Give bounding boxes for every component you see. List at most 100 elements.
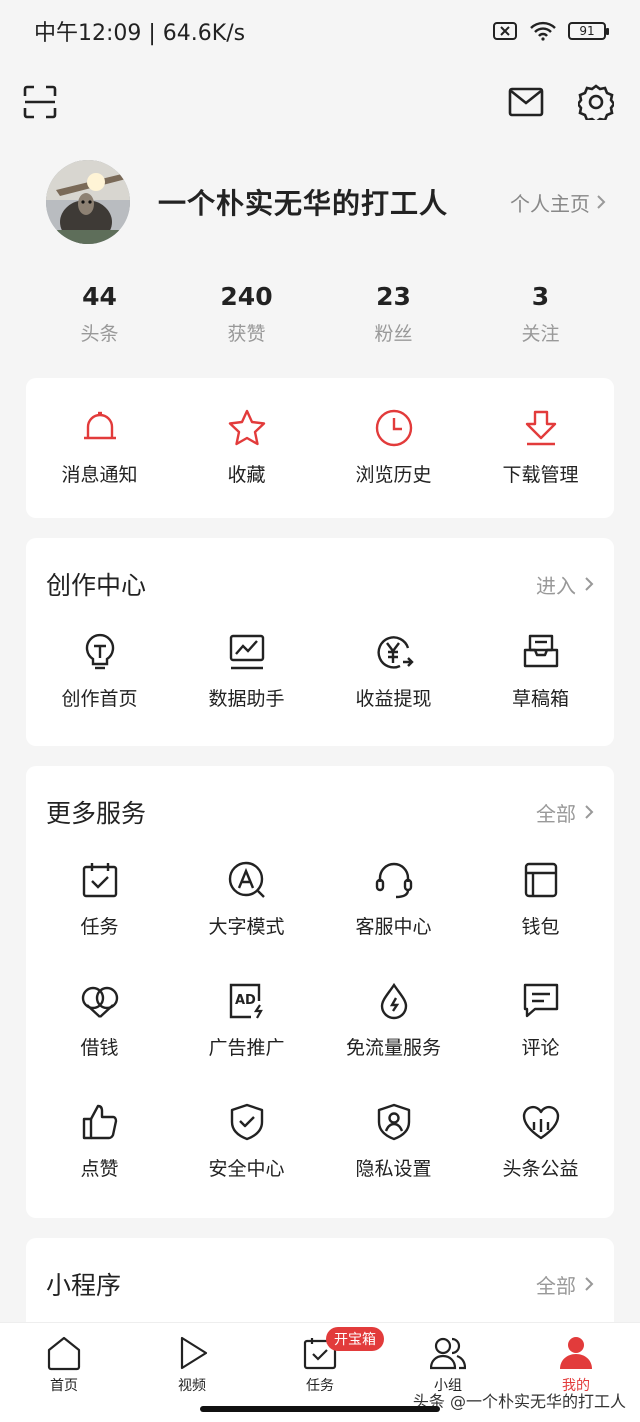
quick-actions-grid: 消息通知 收藏 浏览历史 下载管理 bbox=[26, 408, 614, 487]
profile-header[interactable]: 一个朴实无华的打工人 个人主页 bbox=[46, 160, 606, 244]
more-services-all[interactable]: 全部 bbox=[536, 798, 594, 827]
status-icons: 91 bbox=[492, 21, 609, 41]
ad-icon: AD bbox=[229, 983, 263, 1019]
creator-center-grid: 创作首页 数据助手 收益提现 草稿箱 bbox=[26, 632, 614, 711]
quick-action-notifications[interactable]: 消息通知 bbox=[26, 408, 173, 487]
mini-programs-header: 小程序 全部 bbox=[46, 1266, 594, 1302]
treasure-box-badge[interactable]: 开宝箱 bbox=[326, 1327, 384, 1351]
bell-icon bbox=[83, 411, 116, 440]
chevron-right-icon bbox=[585, 805, 594, 819]
creator-center-title: 创作中心 bbox=[46, 571, 147, 600]
service-charity[interactable]: 头条公益 bbox=[467, 1102, 614, 1181]
creator-item-label: 草稿箱 bbox=[511, 688, 569, 710]
chevron-right-icon bbox=[597, 195, 606, 209]
stat-value: 23 bbox=[376, 282, 411, 311]
privacy-shield-icon bbox=[377, 1103, 410, 1141]
charity-heart-icon bbox=[522, 1105, 559, 1140]
creator-home[interactable]: 创作首页 bbox=[26, 632, 173, 711]
service-label: 安全中心 bbox=[208, 1158, 285, 1180]
data-drop-icon bbox=[380, 982, 407, 1020]
service-free-data[interactable]: 免流量服务 bbox=[320, 981, 467, 1060]
battery-level: 91 bbox=[579, 24, 595, 38]
stat-followers[interactable]: 23 粉丝 bbox=[320, 282, 467, 346]
quick-action-downloads[interactable]: 下载管理 bbox=[467, 408, 614, 487]
service-label: 评论 bbox=[521, 1037, 560, 1059]
chart-icon bbox=[229, 634, 264, 670]
status-time: 中午12:09 | 64.6K/s bbox=[34, 21, 246, 46]
service-customer-center[interactable]: 客服中心 bbox=[320, 860, 467, 939]
download-icon bbox=[525, 410, 556, 446]
profile-home-label: 个人主页 bbox=[510, 191, 590, 216]
service-ads[interactable]: AD 广告推广 bbox=[173, 981, 320, 1060]
stat-posts[interactable]: 44 头条 bbox=[26, 282, 173, 346]
gear-icon[interactable] bbox=[576, 82, 616, 122]
chevron-right-icon bbox=[585, 1277, 594, 1291]
stat-value: 240 bbox=[220, 282, 273, 311]
service-label: 任务 bbox=[80, 916, 119, 938]
creator-center-enter-label: 进入 bbox=[536, 573, 576, 598]
service-task[interactable]: 任务 bbox=[26, 860, 173, 939]
mail-icon[interactable] bbox=[506, 82, 546, 122]
stat-value: 3 bbox=[531, 282, 550, 311]
service-label: 广告推广 bbox=[208, 1037, 285, 1059]
shield-check-icon bbox=[230, 1103, 263, 1141]
home-icon bbox=[47, 1336, 81, 1371]
lightbulb-icon bbox=[85, 633, 114, 670]
status-bar: 中午12:09 | 64.6K/s 91 bbox=[0, 0, 640, 62]
tab-label: 任务 bbox=[306, 1378, 334, 1394]
service-label: 免流量服务 bbox=[345, 1037, 441, 1059]
sim-x-icon bbox=[493, 22, 517, 40]
draft-box-icon bbox=[523, 634, 558, 668]
wifi-icon bbox=[530, 21, 556, 41]
creator-center-card: 创作中心 进入 创作首页 数据助手 收益提现 草稿箱 bbox=[26, 538, 614, 746]
quick-action-favorites[interactable]: 收藏 bbox=[173, 408, 320, 487]
stat-label: 头条 bbox=[80, 323, 119, 345]
service-comments[interactable]: 评论 bbox=[467, 981, 614, 1060]
quick-action-history[interactable]: 浏览历史 bbox=[320, 408, 467, 487]
comment-icon bbox=[523, 983, 558, 1018]
creator-earnings[interactable]: 收益提现 bbox=[320, 632, 467, 711]
creator-data-assistant[interactable]: 数据助手 bbox=[173, 632, 320, 711]
profile-home-link[interactable]: 个人主页 bbox=[510, 188, 606, 217]
stat-label: 关注 bbox=[521, 323, 560, 345]
service-privacy-settings[interactable]: 隐私设置 bbox=[320, 1102, 467, 1181]
top-bar bbox=[0, 78, 640, 128]
creator-item-label: 数据助手 bbox=[208, 688, 285, 710]
service-large-font[interactable]: 大字模式 bbox=[173, 860, 320, 939]
creator-drafts[interactable]: 草稿箱 bbox=[467, 632, 614, 711]
quick-action-label: 消息通知 bbox=[61, 464, 138, 486]
yuan-icon bbox=[377, 636, 414, 669]
quick-action-label: 下载管理 bbox=[502, 464, 579, 486]
service-wallet[interactable]: 钱包 bbox=[467, 860, 614, 939]
mini-programs-all[interactable]: 全部 bbox=[536, 1270, 594, 1299]
service-label: 头条公益 bbox=[502, 1158, 579, 1180]
user-name: 一个朴实无华的打工人 bbox=[158, 187, 449, 220]
watermark: 头条 @一个朴实无华的打工人 bbox=[412, 1392, 626, 1411]
wallet-icon bbox=[524, 862, 557, 898]
headset-icon bbox=[375, 862, 412, 899]
more-services-all-label: 全部 bbox=[536, 801, 576, 826]
thumbs-up-icon bbox=[82, 1104, 117, 1140]
star-icon bbox=[228, 409, 265, 446]
more-services-header: 更多服务 全部 bbox=[46, 794, 594, 830]
avatar[interactable] bbox=[46, 160, 130, 244]
tab-home[interactable]: 首页 bbox=[0, 1323, 128, 1422]
creator-center-enter[interactable]: 进入 bbox=[536, 570, 594, 599]
service-likes[interactable]: 点赞 bbox=[26, 1102, 173, 1181]
more-services-card: 更多服务 全部 任务 大字模式 客服中心 钱包 借钱 AD 广告推广 免流量服务… bbox=[26, 766, 614, 1218]
mini-programs-title: 小程序 bbox=[46, 1271, 122, 1300]
service-borrow[interactable]: 借钱 bbox=[26, 981, 173, 1060]
service-security-center[interactable]: 安全中心 bbox=[173, 1102, 320, 1181]
creator-item-label: 收益提现 bbox=[355, 688, 432, 710]
quick-action-label: 收藏 bbox=[227, 464, 266, 486]
stats-row: 44 头条 240 获赞 23 粉丝 3 关注 bbox=[26, 282, 614, 346]
stat-likes[interactable]: 240 获赞 bbox=[173, 282, 320, 346]
more-services-title: 更多服务 bbox=[46, 799, 147, 828]
battery-icon: 91 bbox=[568, 22, 609, 40]
clock-icon bbox=[375, 409, 412, 447]
stat-following[interactable]: 3 关注 bbox=[467, 282, 614, 346]
service-label: 钱包 bbox=[521, 916, 560, 938]
group-icon bbox=[430, 1337, 466, 1370]
stat-value: 44 bbox=[82, 282, 117, 311]
scan-icon[interactable] bbox=[20, 82, 60, 122]
